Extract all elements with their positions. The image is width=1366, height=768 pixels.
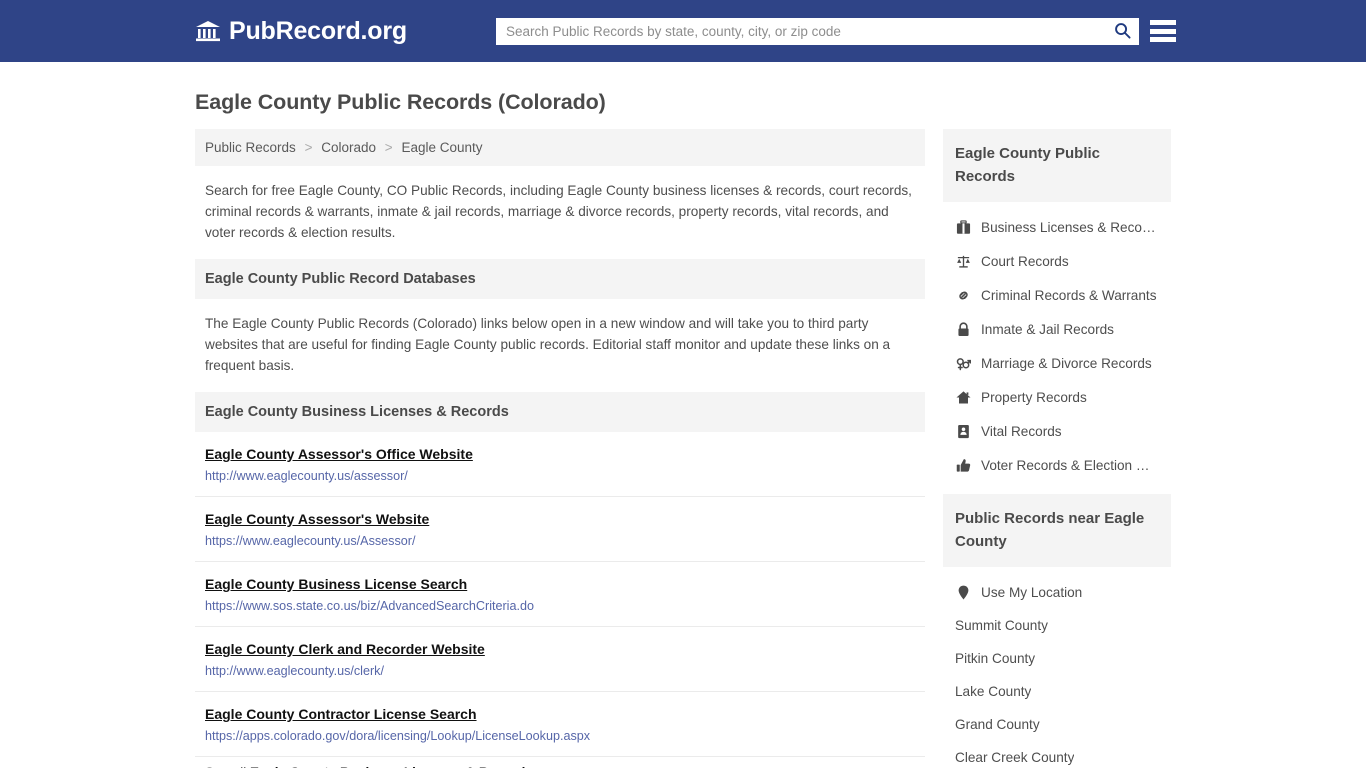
intro-paragraph: Search for free Eagle County, CO Public … [205,183,912,240]
sidebar-item-label: Lake County [955,684,1032,699]
breadcrumb-separator: > [304,140,313,155]
brand-logo[interactable]: PubRecord.org [195,17,407,46]
hamburger-menu-icon[interactable] [1150,19,1176,43]
sidebar-nearby-panel: Public Records near Eagle County Use My … [943,494,1171,768]
briefcase-icon [955,219,971,235]
sidebar-item-voter-records[interactable]: Voter Records & Election R… [943,448,1171,482]
link-row: Eagle County Assessor's Website https://… [195,497,925,562]
sidebar-item-label: Criminal Records & Warrants [981,287,1157,303]
sidebar-item-lake-county[interactable]: Lake County [943,675,1171,708]
sidebar-item-label: Property Records [981,389,1087,405]
sidebar-item-use-my-location[interactable]: Use My Location [943,575,1171,609]
sidebar-item-label: Marriage & Divorce Records [981,355,1152,371]
record-link-url[interactable]: http://www.eaglecounty.us/clerk/ [205,664,915,678]
chain-link-icon [955,287,971,303]
sidebar-item-label: Use My Location [981,584,1083,600]
record-link-url[interactable]: https://www.sos.state.co.us/biz/Advanced… [205,599,915,613]
sidebar: Eagle County Public Records Business Lic… [943,129,1171,768]
record-link-url[interactable]: http://www.eaglecounty.us/assessor/ [205,469,915,483]
link-row: Eagle County Assessor's Office Website h… [195,432,925,497]
record-link-title[interactable]: Eagle County Assessor's Website [205,511,429,527]
sidebar-item-label: Vital Records [981,423,1062,439]
sidebar-records-panel: Eagle County Public Records Business Lic… [943,129,1171,482]
sidebar-item-property-records[interactable]: Property Records [943,380,1171,414]
sidebar-item-marriage-divorce-records[interactable]: Marriage & Divorce Records [943,346,1171,380]
breadcrumb: Public Records > Colorado > Eagle County [195,129,925,166]
sidebar-item-inmate-jail-records[interactable]: Inmate & Jail Records [943,312,1171,346]
databases-section-heading: Eagle County Public Record Databases [195,259,925,299]
sidebar-item-clear-creek-county[interactable]: Clear Creek County [943,741,1171,768]
sidebar-item-label: Summit County [955,618,1048,633]
content-columns: Public Records > Colorado > Eagle County… [195,129,1171,768]
map-pin-icon [955,584,971,600]
page-title: Eagle County Public Records (Colorado) [195,90,606,114]
sidebar-item-label: Inmate & Jail Records [981,321,1114,337]
venus-mars-icon [955,355,971,371]
sidebar-item-court-records[interactable]: Court Records [943,244,1171,278]
search-button[interactable] [1105,18,1139,45]
sidebar-item-business-licenses[interactable]: Business Licenses & Records [943,210,1171,244]
lock-icon [955,321,971,337]
sidebar-item-summit-county[interactable]: Summit County [943,609,1171,642]
sidebar-item-label: Grand County [955,717,1040,732]
sidebar-item-criminal-records[interactable]: Criminal Records & Warrants [943,278,1171,312]
link-row: Eagle County Business License Search htt… [195,562,925,627]
record-link-url[interactable]: https://apps.colorado.gov/dora/licensing… [205,729,915,743]
sidebar-nearby-heading: Public Records near Eagle County [943,494,1171,567]
page-content: Eagle County Public Records (Colorado) P… [0,90,1366,768]
sidebar-item-pitkin-county[interactable]: Pitkin County [943,642,1171,675]
breadcrumb-separator: > [384,140,393,155]
link-row: Eagle County Clerk and Recorder Website … [195,627,925,692]
sidebar-nearby-list: Use My Location Summit County Pitkin Cou… [943,567,1171,768]
link-row: Eagle County Contractor License Search h… [195,692,925,757]
search-input[interactable] [496,18,1105,45]
sidebar-item-label: Business Licenses & Records [981,219,1159,235]
sidebar-records-heading: Eagle County Public Records [943,129,1171,202]
thumbs-up-icon [955,457,971,473]
databases-section-body: The Eagle County Public Records (Colorad… [205,316,891,373]
search-icon [1114,22,1131,42]
see-all-row: See all Eagle County Business Licenses &… [195,757,925,768]
breadcrumb-item-eagle-county[interactable]: Eagle County [401,140,482,155]
site-header: PubRecord.org [0,0,1366,62]
brand-name: PubRecord.org [229,16,407,45]
hamburger-bar-1 [1150,20,1176,25]
sidebar-item-label: Court Records [981,253,1069,269]
id-card-icon [955,423,971,439]
hamburger-bar-2 [1150,28,1176,34]
sidebar-item-label: Pitkin County [955,651,1036,666]
scales-icon [955,253,971,269]
sidebar-item-vital-records[interactable]: Vital Records [943,414,1171,448]
sidebar-records-list: Business Licenses & Records Court Record… [943,202,1171,482]
search-bar[interactable] [496,18,1139,45]
record-link-url[interactable]: https://www.eaglecounty.us/Assessor/ [205,534,915,548]
breadcrumb-item-colorado[interactable]: Colorado [321,140,376,155]
main-column: Public Records > Colorado > Eagle County… [195,129,925,768]
sidebar-item-label: Voter Records & Election R… [981,457,1159,473]
record-link-title[interactable]: Eagle County Contractor License Search [205,706,477,722]
record-link-title[interactable]: Eagle County Business License Search [205,576,467,592]
bank-icon [195,19,221,43]
sidebar-item-grand-county[interactable]: Grand County [943,708,1171,741]
home-icon [955,389,971,405]
business-section-heading: Eagle County Business Licenses & Records [195,392,925,432]
record-link-title[interactable]: Eagle County Assessor's Office Website [205,446,473,462]
breadcrumb-item-public-records[interactable]: Public Records [205,140,296,155]
hamburger-bar-3 [1150,37,1176,42]
sidebar-item-label: Clear Creek County [955,750,1075,765]
record-link-title[interactable]: Eagle County Clerk and Recorder Website [205,641,485,657]
